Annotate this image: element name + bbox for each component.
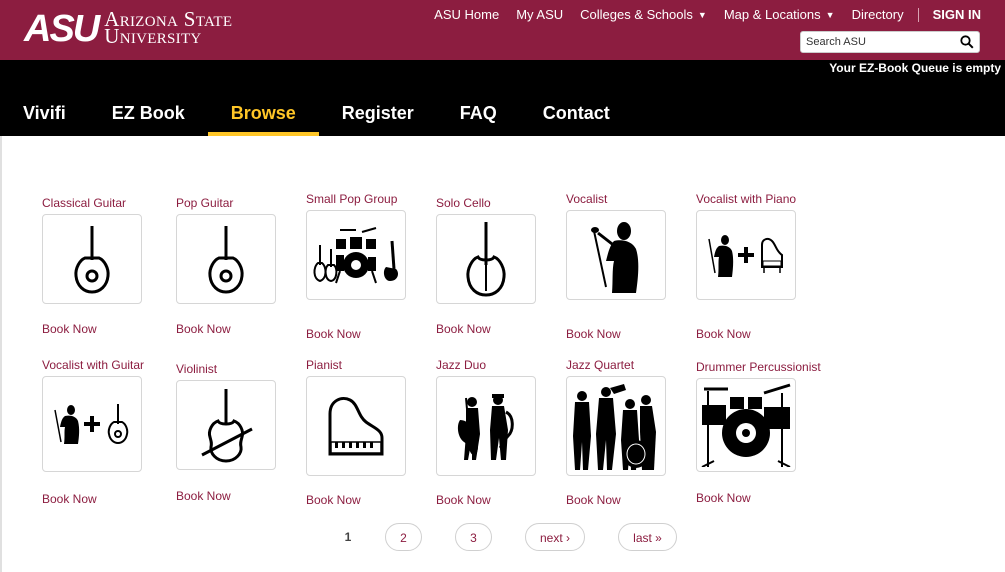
book-now-link[interactable]: Book Now: [176, 322, 231, 336]
card-thumbnail[interactable]: [566, 210, 666, 300]
book-now-link[interactable]: Book Now: [176, 489, 231, 503]
tab-ez-book[interactable]: EZ Book: [89, 103, 208, 136]
card-title[interactable]: Pop Guitar: [176, 196, 296, 210]
last-page-button[interactable]: last »: [618, 523, 677, 551]
book-now-link[interactable]: Book Now: [566, 327, 621, 341]
tab-vivifi[interactable]: Vivifi: [0, 103, 89, 136]
card-title[interactable]: Jazz Duo: [436, 358, 556, 372]
nav-my-asu[interactable]: My ASU: [516, 7, 563, 22]
card-thumbnail[interactable]: [176, 380, 276, 470]
band-icon: [313, 227, 398, 284]
card-thumbnail[interactable]: [696, 378, 796, 472]
performer-card: Solo Cello Book Now: [436, 196, 556, 336]
performer-card: Pianist Book Now: [306, 358, 426, 507]
asu-wordmark: Arizona State University: [104, 9, 232, 47]
tab-register[interactable]: Register: [319, 103, 437, 136]
tab-faq[interactable]: FAQ: [437, 103, 520, 136]
nav-colleges-schools[interactable]: Colleges & Schools ▼: [580, 7, 707, 22]
card-thumbnail[interactable]: [436, 214, 536, 304]
caret-down-icon: ▼: [825, 10, 835, 20]
card-thumbnail[interactable]: [696, 210, 796, 300]
book-now-link[interactable]: Book Now: [696, 327, 751, 341]
search-icon[interactable]: [960, 35, 974, 49]
page-link-2[interactable]: 2: [385, 523, 422, 551]
guitar-icon: [74, 226, 110, 294]
book-now-link[interactable]: Book Now: [306, 327, 361, 341]
main-nav: Vivifi EZ Book Browse Register FAQ Conta…: [0, 103, 633, 136]
nav-directory-label: Directory: [851, 7, 904, 22]
grand-piano-icon: [328, 397, 384, 456]
page-link-3[interactable]: 3: [455, 523, 492, 551]
card-thumbnail[interactable]: [42, 214, 142, 304]
card-title[interactable]: Solo Cello: [436, 196, 556, 210]
book-now-link[interactable]: Book Now: [436, 493, 491, 507]
universal-nav: ASU Home My ASU Colleges & Schools ▼ Map …: [417, 7, 981, 22]
content-left-border: [0, 136, 2, 572]
card-title[interactable]: Pianist: [306, 358, 426, 372]
singer-plus-guitar-icon: [54, 404, 129, 444]
ez-book-queue-status[interactable]: Your EZ-Book Queue is empty: [829, 61, 1001, 75]
nav-directory[interactable]: Directory: [852, 7, 904, 22]
card-title[interactable]: Classical Guitar: [42, 196, 162, 210]
performer-card: Drummer Percussionist Book Now: [696, 360, 821, 505]
nav-colleges-label: Colleges & Schools: [580, 7, 693, 22]
card-title[interactable]: Vocalist with Guitar: [42, 358, 162, 372]
card-title[interactable]: Jazz Quartet: [566, 358, 686, 372]
card-title[interactable]: Vocalist with Piano: [696, 192, 816, 206]
performer-card: Jazz Quartet Book Now: [566, 358, 686, 507]
pagination: 1 2 3 next › last »: [0, 523, 1005, 553]
card-title[interactable]: Vocalist: [566, 192, 686, 206]
tab-contact[interactable]: Contact: [520, 103, 633, 136]
nav-map-label: Map & Locations: [723, 7, 821, 22]
card-thumbnail[interactable]: [306, 376, 406, 476]
performer-card: Pop Guitar Book Now: [176, 196, 296, 336]
card-title[interactable]: Drummer Percussionist: [696, 360, 821, 374]
card-title[interactable]: Violinist: [176, 362, 296, 376]
drum-kit-icon: [701, 383, 791, 467]
performer-card: Vocalist Book Now: [566, 192, 686, 341]
performer-card: Violinist Book Now: [176, 362, 296, 503]
performer-card: Vocalist with Guitar Book Now: [42, 358, 162, 506]
asu-logo-mark: ASU: [24, 8, 100, 50]
jazz-quartet-icon: [573, 384, 656, 470]
guitar-icon: [208, 226, 244, 294]
nav-asu-home-label: ASU Home: [434, 7, 500, 22]
card-thumbnail[interactable]: [42, 376, 142, 472]
singer-icon: [591, 222, 639, 293]
book-now-link[interactable]: Book Now: [306, 493, 361, 507]
performer-card: Classical Guitar Book Now: [42, 196, 162, 336]
nav-my-asu-label: My ASU: [516, 7, 564, 22]
sign-in-link[interactable]: SIGN IN: [933, 7, 981, 22]
card-thumbnail[interactable]: [306, 210, 406, 300]
book-now-link[interactable]: Book Now: [566, 493, 621, 507]
book-now-link[interactable]: Book Now: [42, 492, 97, 506]
nav-asu-home[interactable]: ASU Home: [434, 7, 499, 22]
cello-icon: [466, 222, 506, 297]
card-thumbnail[interactable]: [176, 214, 276, 304]
caret-down-icon: ▼: [697, 10, 707, 20]
search-input[interactable]: [806, 33, 956, 51]
book-now-link[interactable]: Book Now: [42, 322, 97, 336]
jazz-duo-icon: [457, 394, 514, 460]
search-box: [800, 31, 980, 53]
card-thumbnail[interactable]: [436, 376, 536, 476]
book-now-link[interactable]: Book Now: [436, 322, 491, 336]
performer-card: Small Pop Group Book Now: [306, 192, 426, 341]
performer-card: Vocalist with Piano Book Now: [696, 192, 816, 341]
performer-card: Jazz Duo Book Now: [436, 358, 556, 507]
asu-header: ASU Arizona State University ASU Home My…: [0, 0, 1005, 60]
page-current: 1: [344, 530, 352, 544]
tab-browse[interactable]: Browse: [207, 103, 319, 136]
card-title[interactable]: Small Pop Group: [306, 192, 426, 206]
asu-logo[interactable]: ASU Arizona State University: [24, 8, 232, 50]
singer-plus-piano-icon: [708, 235, 783, 277]
next-page-button[interactable]: next ›: [525, 523, 585, 551]
book-now-link[interactable]: Book Now: [696, 491, 751, 505]
nav-divider: [917, 7, 919, 22]
violin-icon: [201, 389, 253, 463]
card-thumbnail[interactable]: [566, 376, 666, 476]
nav-map-locations[interactable]: Map & Locations ▼: [724, 7, 835, 22]
